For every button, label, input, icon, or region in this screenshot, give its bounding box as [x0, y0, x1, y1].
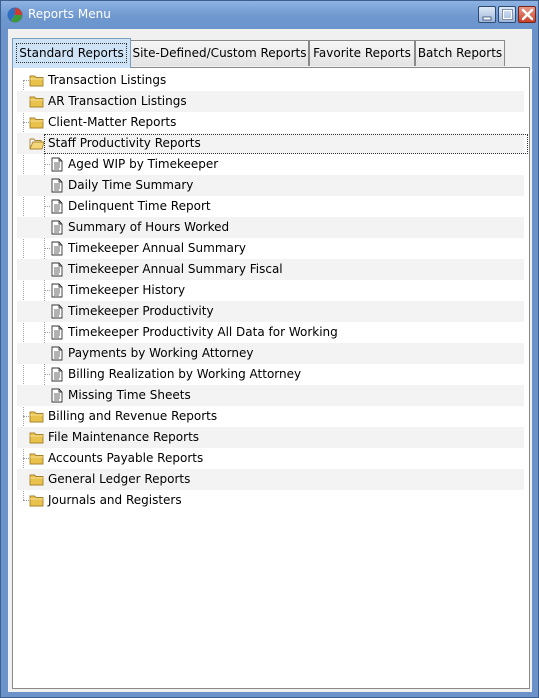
document-icon	[50, 304, 66, 319]
tree-folder[interactable]: AR Transaction Listings	[17, 91, 524, 112]
reports-tree[interactable]: Transaction Listings AR Transaction Listi…	[17, 70, 528, 680]
maximize-button[interactable]	[498, 6, 516, 23]
folder-icon	[29, 430, 45, 445]
tree-report-item[interactable]: Missing Time Sheets	[17, 385, 524, 406]
tree-report-item[interactable]: Timekeeper Productivity	[17, 301, 524, 322]
report-label: Timekeeper Productivity	[68, 304, 214, 318]
tree-folder[interactable]: Client-Matter Reports	[17, 112, 524, 133]
document-icon	[50, 199, 66, 214]
close-icon	[521, 8, 534, 21]
tree-report-item[interactable]: Aged WIP by Timekeeper	[17, 154, 524, 175]
folder-icon	[29, 73, 45, 88]
folder-icon	[29, 409, 45, 424]
folder-label: Staff Productivity Reports	[48, 136, 201, 150]
folder-icon	[29, 493, 45, 508]
folder-icon	[29, 472, 45, 487]
tab-label: Site-Defined/Custom Reports	[132, 46, 307, 60]
client-area: Standard Reports Site-Defined/Custom Rep…	[8, 29, 532, 692]
folder-label: Transaction Listings	[48, 73, 167, 87]
tab-standard-reports[interactable]: Standard Reports	[12, 38, 131, 68]
tab-site-defined-custom-reports[interactable]: Site-Defined/Custom Reports	[130, 40, 309, 66]
tree-report-item[interactable]: Timekeeper Productivity All Data for Wor…	[17, 322, 524, 343]
document-icon	[50, 388, 66, 403]
report-label: Daily Time Summary	[68, 178, 194, 192]
folder-icon	[29, 94, 45, 109]
document-icon	[50, 241, 66, 256]
report-label: Timekeeper Annual Summary Fiscal	[68, 262, 283, 276]
maximize-icon	[502, 9, 513, 20]
folder-icon	[29, 115, 45, 130]
document-icon	[50, 262, 66, 277]
tab-favorite-reports[interactable]: Favorite Reports	[309, 40, 415, 66]
tree-folder[interactable]: Journals and Registers	[17, 490, 524, 511]
close-button[interactable]	[518, 6, 536, 23]
document-icon	[50, 367, 66, 382]
tree-report-item[interactable]: Billing Realization by Working Attorney	[17, 364, 524, 385]
minimize-icon	[482, 16, 492, 21]
document-icon	[50, 178, 66, 193]
document-icon	[50, 157, 66, 172]
tree-report-item[interactable]: Daily Time Summary	[17, 175, 524, 196]
report-label: Timekeeper Productivity All Data for Wor…	[68, 325, 338, 339]
tree-report-item[interactable]: Timekeeper History	[17, 280, 524, 301]
tree-report-item[interactable]: Timekeeper Annual Summary Fiscal	[17, 259, 524, 280]
folder-label: Client-Matter Reports	[48, 115, 177, 129]
folder-label: Journals and Registers	[48, 493, 182, 507]
folder-icon	[29, 451, 45, 466]
report-label: Payments by Working Attorney	[68, 346, 254, 360]
reports-tree-panel: Transaction Listings AR Transaction Listi…	[12, 67, 530, 689]
tab-strip: Standard Reports Site-Defined/Custom Rep…	[8, 29, 532, 68]
folder-label: General Ledger Reports	[48, 472, 191, 486]
folder-label: File Maintenance Reports	[48, 430, 200, 444]
tree-folder[interactable]: General Ledger Reports	[17, 469, 524, 490]
tab-label: Standard Reports	[16, 43, 127, 63]
app-icon	[7, 7, 23, 23]
tree-report-item[interactable]: Summary of Hours Worked	[17, 217, 524, 238]
report-label: Delinquent Time Report	[68, 199, 211, 213]
tree-folder[interactable]: Accounts Payable Reports	[17, 448, 524, 469]
tree-folder-open[interactable]: Staff Productivity Reports	[17, 133, 528, 154]
report-label: Aged WIP by Timekeeper	[68, 157, 219, 171]
report-label: Timekeeper Annual Summary	[68, 241, 246, 255]
tree-report-item[interactable]: Timekeeper Annual Summary	[17, 238, 524, 259]
tab-label: Favorite Reports	[313, 46, 411, 60]
document-icon	[50, 325, 66, 340]
document-icon	[50, 220, 66, 235]
report-label: Timekeeper History	[68, 283, 186, 297]
report-label: Missing Time Sheets	[68, 388, 191, 402]
tree-folder[interactable]: File Maintenance Reports	[17, 427, 524, 448]
document-icon	[50, 283, 66, 298]
tree-folder[interactable]: Billing and Revenue Reports	[17, 406, 524, 427]
tab-label: Batch Reports	[417, 46, 503, 60]
reports-menu-window: Reports Menu Standard Reports Site-Defin…	[0, 0, 539, 698]
tree-report-item[interactable]: Delinquent Time Report	[17, 196, 524, 217]
window-title: Reports Menu	[28, 7, 111, 21]
report-label: Summary of Hours Worked	[68, 220, 230, 234]
document-icon	[50, 346, 66, 361]
folder-open-icon	[29, 136, 45, 151]
title-bar[interactable]: Reports Menu	[1, 1, 538, 29]
tree-folder[interactable]: Transaction Listings	[17, 70, 524, 91]
folder-label: AR Transaction Listings	[48, 94, 187, 108]
report-label: Billing Realization by Working Attorney	[68, 367, 302, 381]
tree-report-item[interactable]: Payments by Working Attorney	[17, 343, 524, 364]
tab-batch-reports[interactable]: Batch Reports	[415, 40, 505, 66]
folder-label: Accounts Payable Reports	[48, 451, 204, 465]
folder-label: Billing and Revenue Reports	[48, 409, 218, 423]
minimize-button[interactable]	[478, 6, 496, 23]
